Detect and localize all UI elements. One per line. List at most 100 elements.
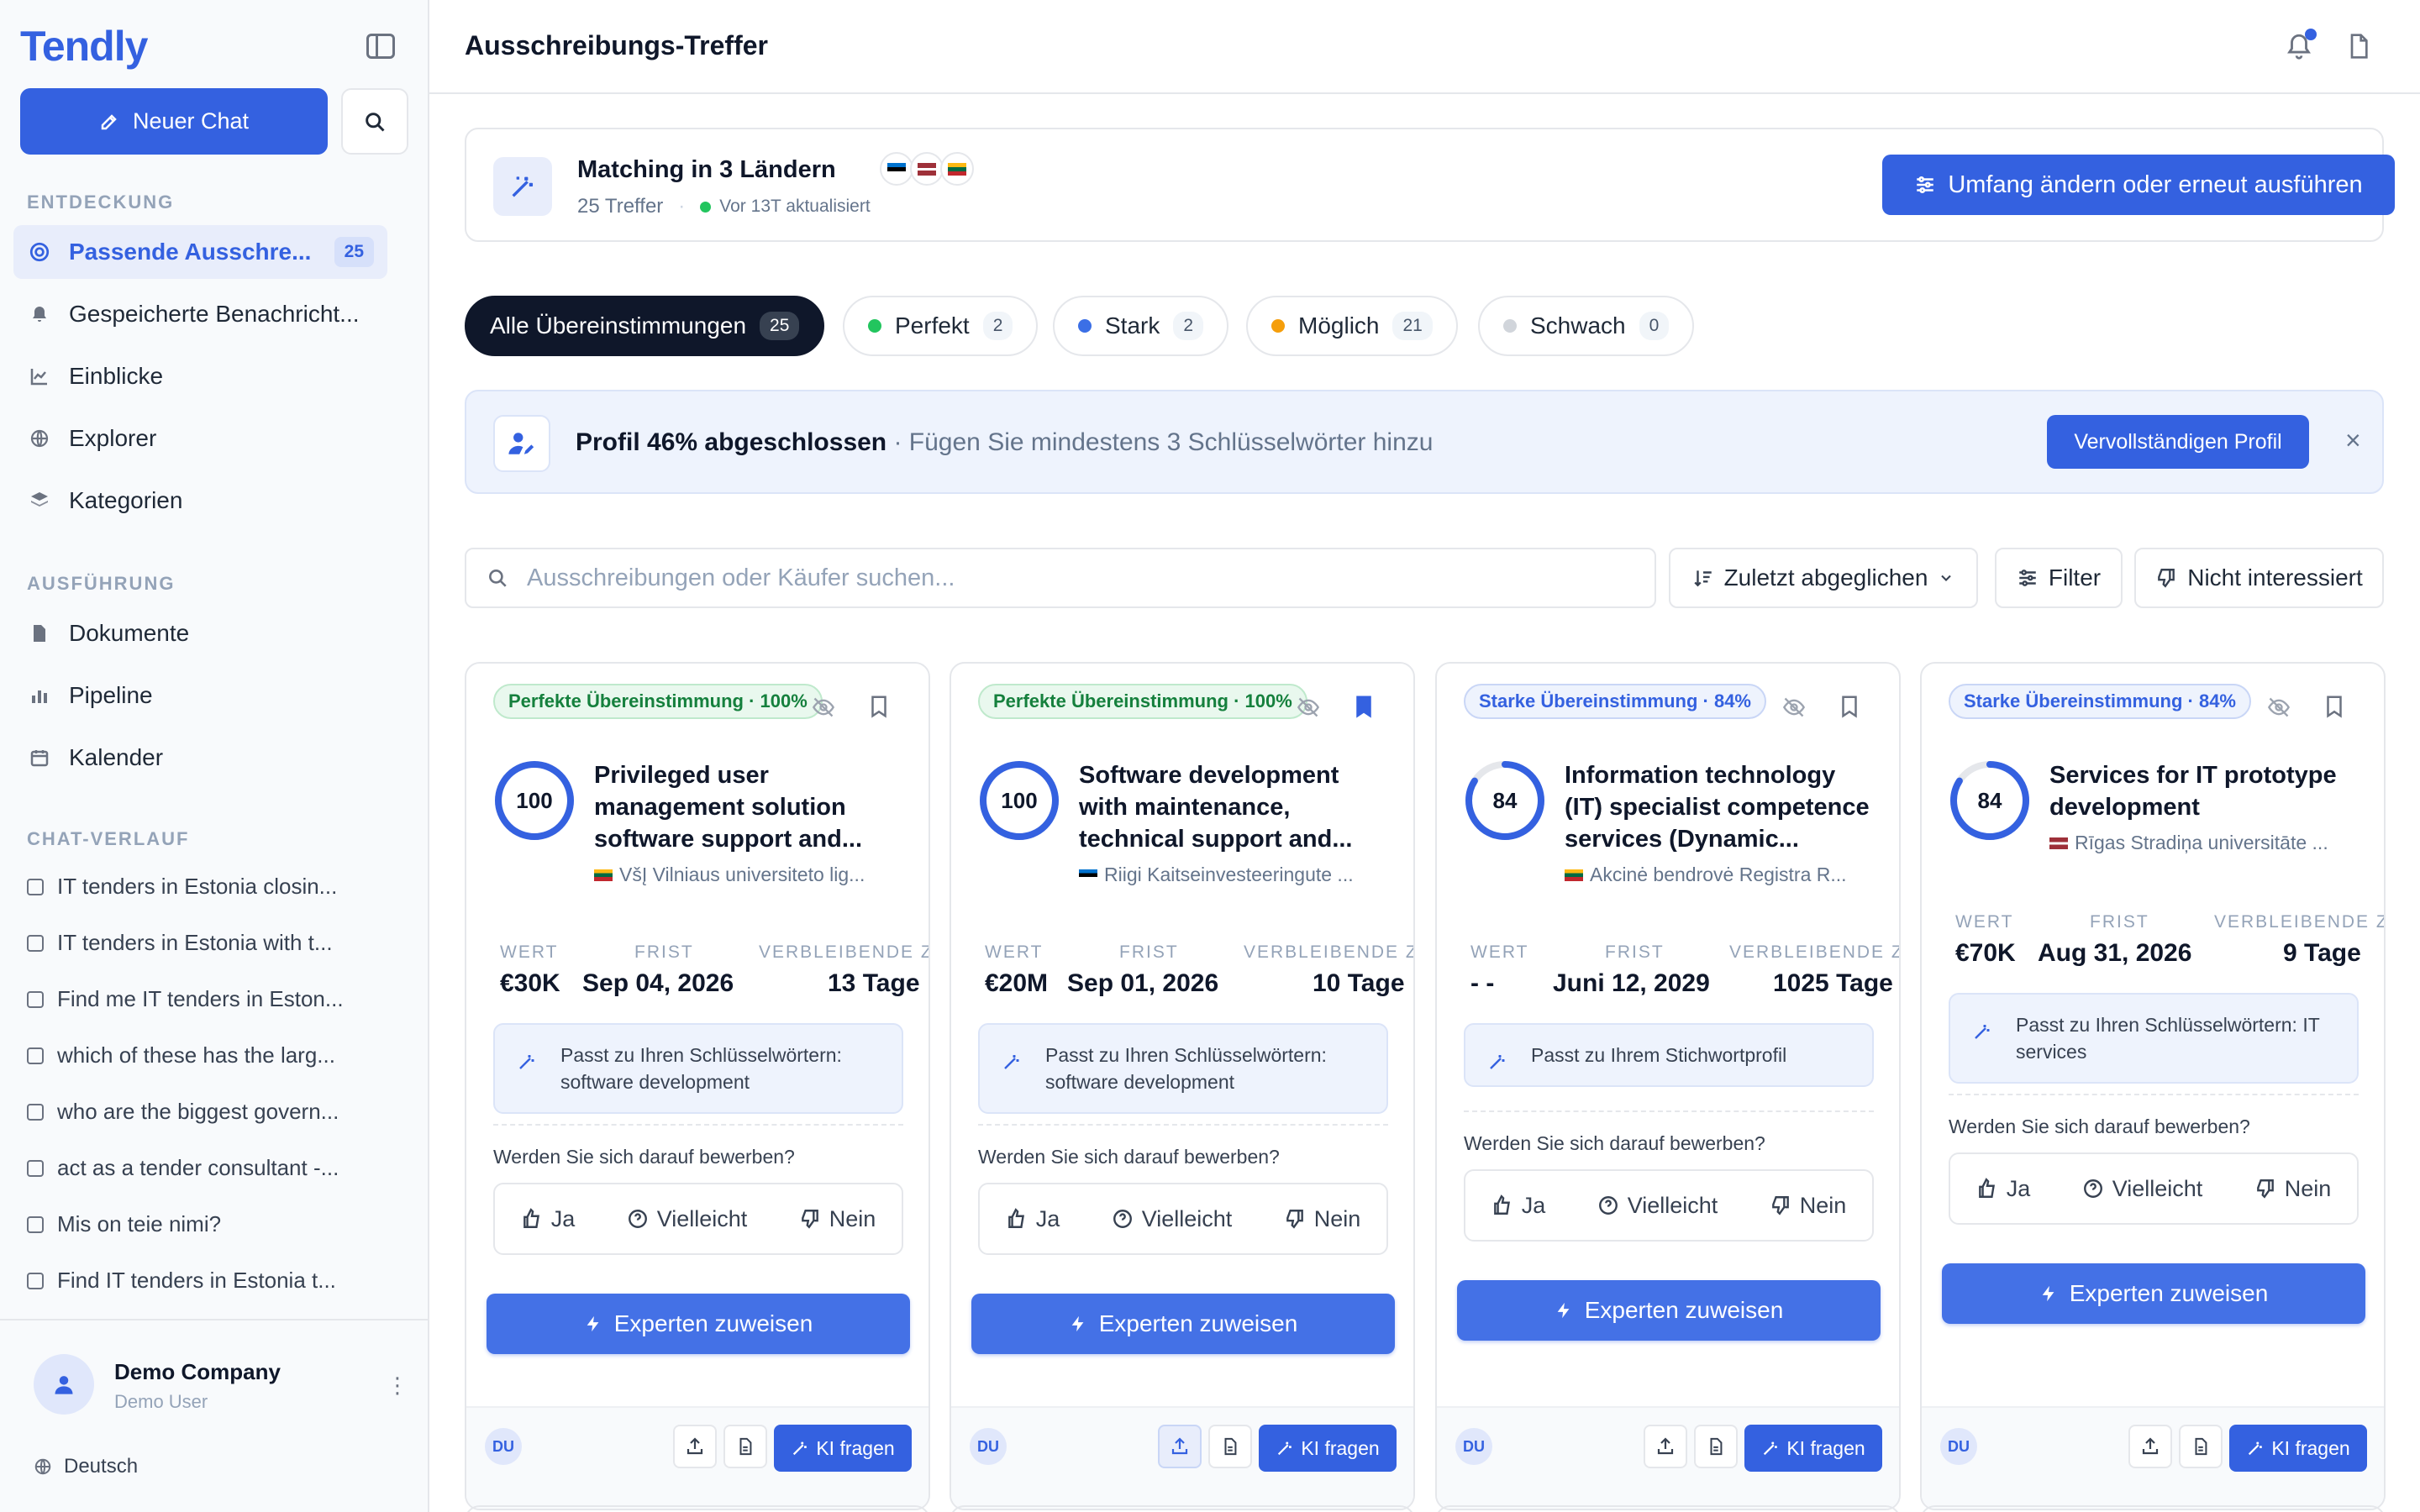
user-profile[interactable]: Demo Company Demo User ⋮ Deutsch — [0, 1319, 429, 1512]
assign-expert-button[interactable]: Experten zuweisen — [1942, 1263, 2365, 1324]
vote-no-button[interactable]: Nein — [2254, 1176, 2331, 1202]
tender-card[interactable]: Starke Übereinstimmung · 84% 84 Informat… — [1435, 662, 1901, 1510]
vote-yes-button[interactable]: Ja — [1976, 1176, 2030, 1202]
sidebar-item-matching-tenders[interactable]: Passende Ausschre... 25 — [13, 225, 387, 279]
vote-yes-button[interactable]: Ja — [521, 1206, 575, 1232]
sort-label: Zuletzt abgeglichen — [1723, 564, 1928, 591]
chat-history-item[interactable]: act as a tender consultant -... — [27, 1155, 397, 1181]
sidebar-toggle-icon[interactable] — [366, 34, 395, 59]
sidebar-item-pipeline[interactable]: Pipeline — [13, 669, 387, 722]
help-circle-icon — [1113, 1210, 1132, 1228]
document-icon — [29, 622, 50, 644]
ask-ai-button[interactable]: KI fragen — [1259, 1425, 1397, 1472]
chat-history-item[interactable]: which of these has the larg... — [27, 1042, 397, 1068]
tender-card[interactable]: Perfekte Übereinstimmung · 100% 100 Priv… — [465, 662, 930, 1510]
vote-maybe-button[interactable]: Vielleicht — [627, 1206, 747, 1232]
app-logo[interactable]: Tendly — [20, 22, 148, 71]
ask-ai-button[interactable]: KI fragen — [1744, 1425, 1882, 1472]
vote-maybe-button[interactable]: Vielleicht — [1112, 1206, 1232, 1232]
vote-no-button[interactable]: Nein — [1284, 1206, 1360, 1232]
vote-yes-button[interactable]: Ja — [1491, 1193, 1545, 1219]
new-chat-button[interactable]: Neuer Chat — [20, 88, 328, 155]
filter-button[interactable]: Filter — [1995, 548, 2123, 608]
bookmark-icon[interactable] — [866, 692, 892, 721]
section-label-chat-history: CHAT-VERLAUF — [27, 828, 190, 849]
sidebar-item-insights[interactable]: Einblicke — [13, 349, 387, 403]
close-icon[interactable]: × — [2345, 425, 2361, 456]
card-placeholder — [465, 1505, 930, 1512]
search-input[interactable] — [527, 564, 1619, 592]
document-icon[interactable] — [2345, 32, 2372, 60]
share-button[interactable] — [1644, 1425, 1687, 1468]
sidebar-item-explorer[interactable]: Explorer — [13, 412, 387, 465]
chat-history-item[interactable]: Mis on teie nimi? — [27, 1211, 397, 1237]
sidebar-search-button[interactable] — [341, 88, 408, 155]
tender-title[interactable]: Software development with maintenance, t… — [1079, 759, 1390, 855]
share-button[interactable] — [1158, 1425, 1202, 1468]
chat-history-item[interactable]: IT tenders in Estonia with t... — [27, 930, 397, 956]
chat-history-item[interactable]: IT tenders in Estonia closin... — [27, 874, 397, 900]
vote-maybe-button[interactable]: Vielleicht — [1597, 1193, 1718, 1219]
bookmark-icon[interactable] — [1837, 692, 1862, 721]
tender-card[interactable]: Perfekte Übereinstimmung · 100% 100 Soft… — [950, 662, 1415, 1510]
assign-expert-button[interactable]: Experten zuweisen — [971, 1294, 1395, 1354]
matching-summary: Matching in 3 Ländern 25 Treffer · Vor 1… — [465, 128, 2395, 242]
user-avatar[interactable]: DU — [1940, 1428, 1977, 1465]
eye-off-icon[interactable] — [1781, 696, 1807, 719]
tab-perfect[interactable]: Perfekt 2 — [843, 296, 1039, 356]
more-vertical-icon[interactable]: ⋮ — [387, 1373, 408, 1399]
magic-wand-icon — [493, 157, 552, 216]
ask-ai-label: KI fragen — [2271, 1436, 2350, 1459]
ask-ai-button[interactable]: KI fragen — [2229, 1425, 2367, 1472]
user-avatar[interactable]: DU — [970, 1428, 1007, 1465]
complete-profile-button[interactable]: Vervollständigen Profil — [2047, 415, 2309, 469]
user-avatar[interactable]: DU — [485, 1428, 522, 1465]
chat-history-item[interactable]: who are the biggest govern... — [27, 1099, 397, 1125]
user-avatar[interactable]: DU — [1455, 1428, 1492, 1465]
sort-dropdown[interactable]: Zuletzt abgeglichen — [1669, 548, 1978, 608]
sidebar-item-calendar[interactable]: Kalender — [13, 731, 387, 785]
ask-ai-button[interactable]: KI fragen — [774, 1425, 912, 1472]
tab-possible[interactable]: Möglich 21 — [1246, 296, 1458, 356]
updated-time: Vor 13T aktualisiert — [719, 197, 871, 216]
vote-no-button[interactable]: Nein — [1770, 1193, 1846, 1219]
vote-yes-button[interactable]: Ja — [1006, 1206, 1060, 1232]
eye-off-icon[interactable] — [1296, 696, 1321, 719]
apply-vote-group: Ja Vielleicht Nein — [1949, 1152, 2359, 1225]
tender-title[interactable]: Services for IT prototype development — [2049, 759, 2360, 823]
eye-off-icon[interactable] — [2266, 696, 2291, 719]
assign-expert-button[interactable]: Experten zuweisen — [1457, 1280, 1881, 1341]
tab-all[interactable]: Alle Übereinstimmungen 25 — [465, 296, 825, 356]
share-button[interactable] — [2128, 1425, 2172, 1468]
document-button[interactable] — [2179, 1425, 2223, 1468]
magic-wand-icon — [1278, 1441, 1292, 1456]
chat-history-item[interactable]: Find me IT tenders in Eston... — [27, 986, 397, 1012]
document-button[interactable] — [723, 1425, 767, 1468]
top-bar: Ausschreibungs-Treffer — [429, 0, 2420, 94]
not-interested-button[interactable]: Nicht interessiert — [2134, 548, 2384, 608]
chat-history-item[interactable]: Find IT tenders in Estonia t... — [27, 1268, 397, 1294]
magic-wand-icon — [1764, 1441, 1778, 1456]
tender-card[interactable]: Starke Übereinstimmung · 84% 84 Services… — [1920, 662, 2386, 1510]
sidebar-item-label: Dokumente — [69, 620, 190, 646]
document-button[interactable] — [1694, 1425, 1738, 1468]
bar-chart-icon — [29, 685, 50, 706]
ask-ai-label: KI fragen — [1301, 1436, 1380, 1459]
share-button[interactable] — [673, 1425, 717, 1468]
tab-strong[interactable]: Stark 2 — [1053, 296, 1229, 356]
bookmark-icon[interactable] — [1351, 692, 1376, 721]
vote-no-button[interactable]: Nein — [799, 1206, 876, 1232]
assign-expert-button[interactable]: Experten zuweisen — [487, 1294, 910, 1354]
sidebar-item-saved-alerts[interactable]: Gespeicherte Benachricht... — [13, 287, 387, 341]
vote-maybe-button[interactable]: Vielleicht — [2082, 1176, 2202, 1202]
eye-off-icon[interactable] — [811, 696, 836, 719]
document-button[interactable] — [1208, 1425, 1252, 1468]
change-scope-button[interactable]: Umfang ändern oder erneut ausführen — [1882, 155, 2395, 215]
sidebar-item-categories[interactable]: Kategorien — [13, 474, 387, 528]
tab-weak[interactable]: Schwach 0 — [1478, 296, 1695, 356]
sidebar-item-documents[interactable]: Dokumente — [13, 606, 387, 660]
tender-title[interactable]: Privileged user management solution soft… — [594, 759, 905, 855]
bookmark-icon[interactable] — [2322, 692, 2347, 721]
tender-title[interactable]: Information technology (IT) specialist c… — [1565, 759, 1876, 855]
language-selector[interactable]: Deutsch — [34, 1455, 138, 1478]
